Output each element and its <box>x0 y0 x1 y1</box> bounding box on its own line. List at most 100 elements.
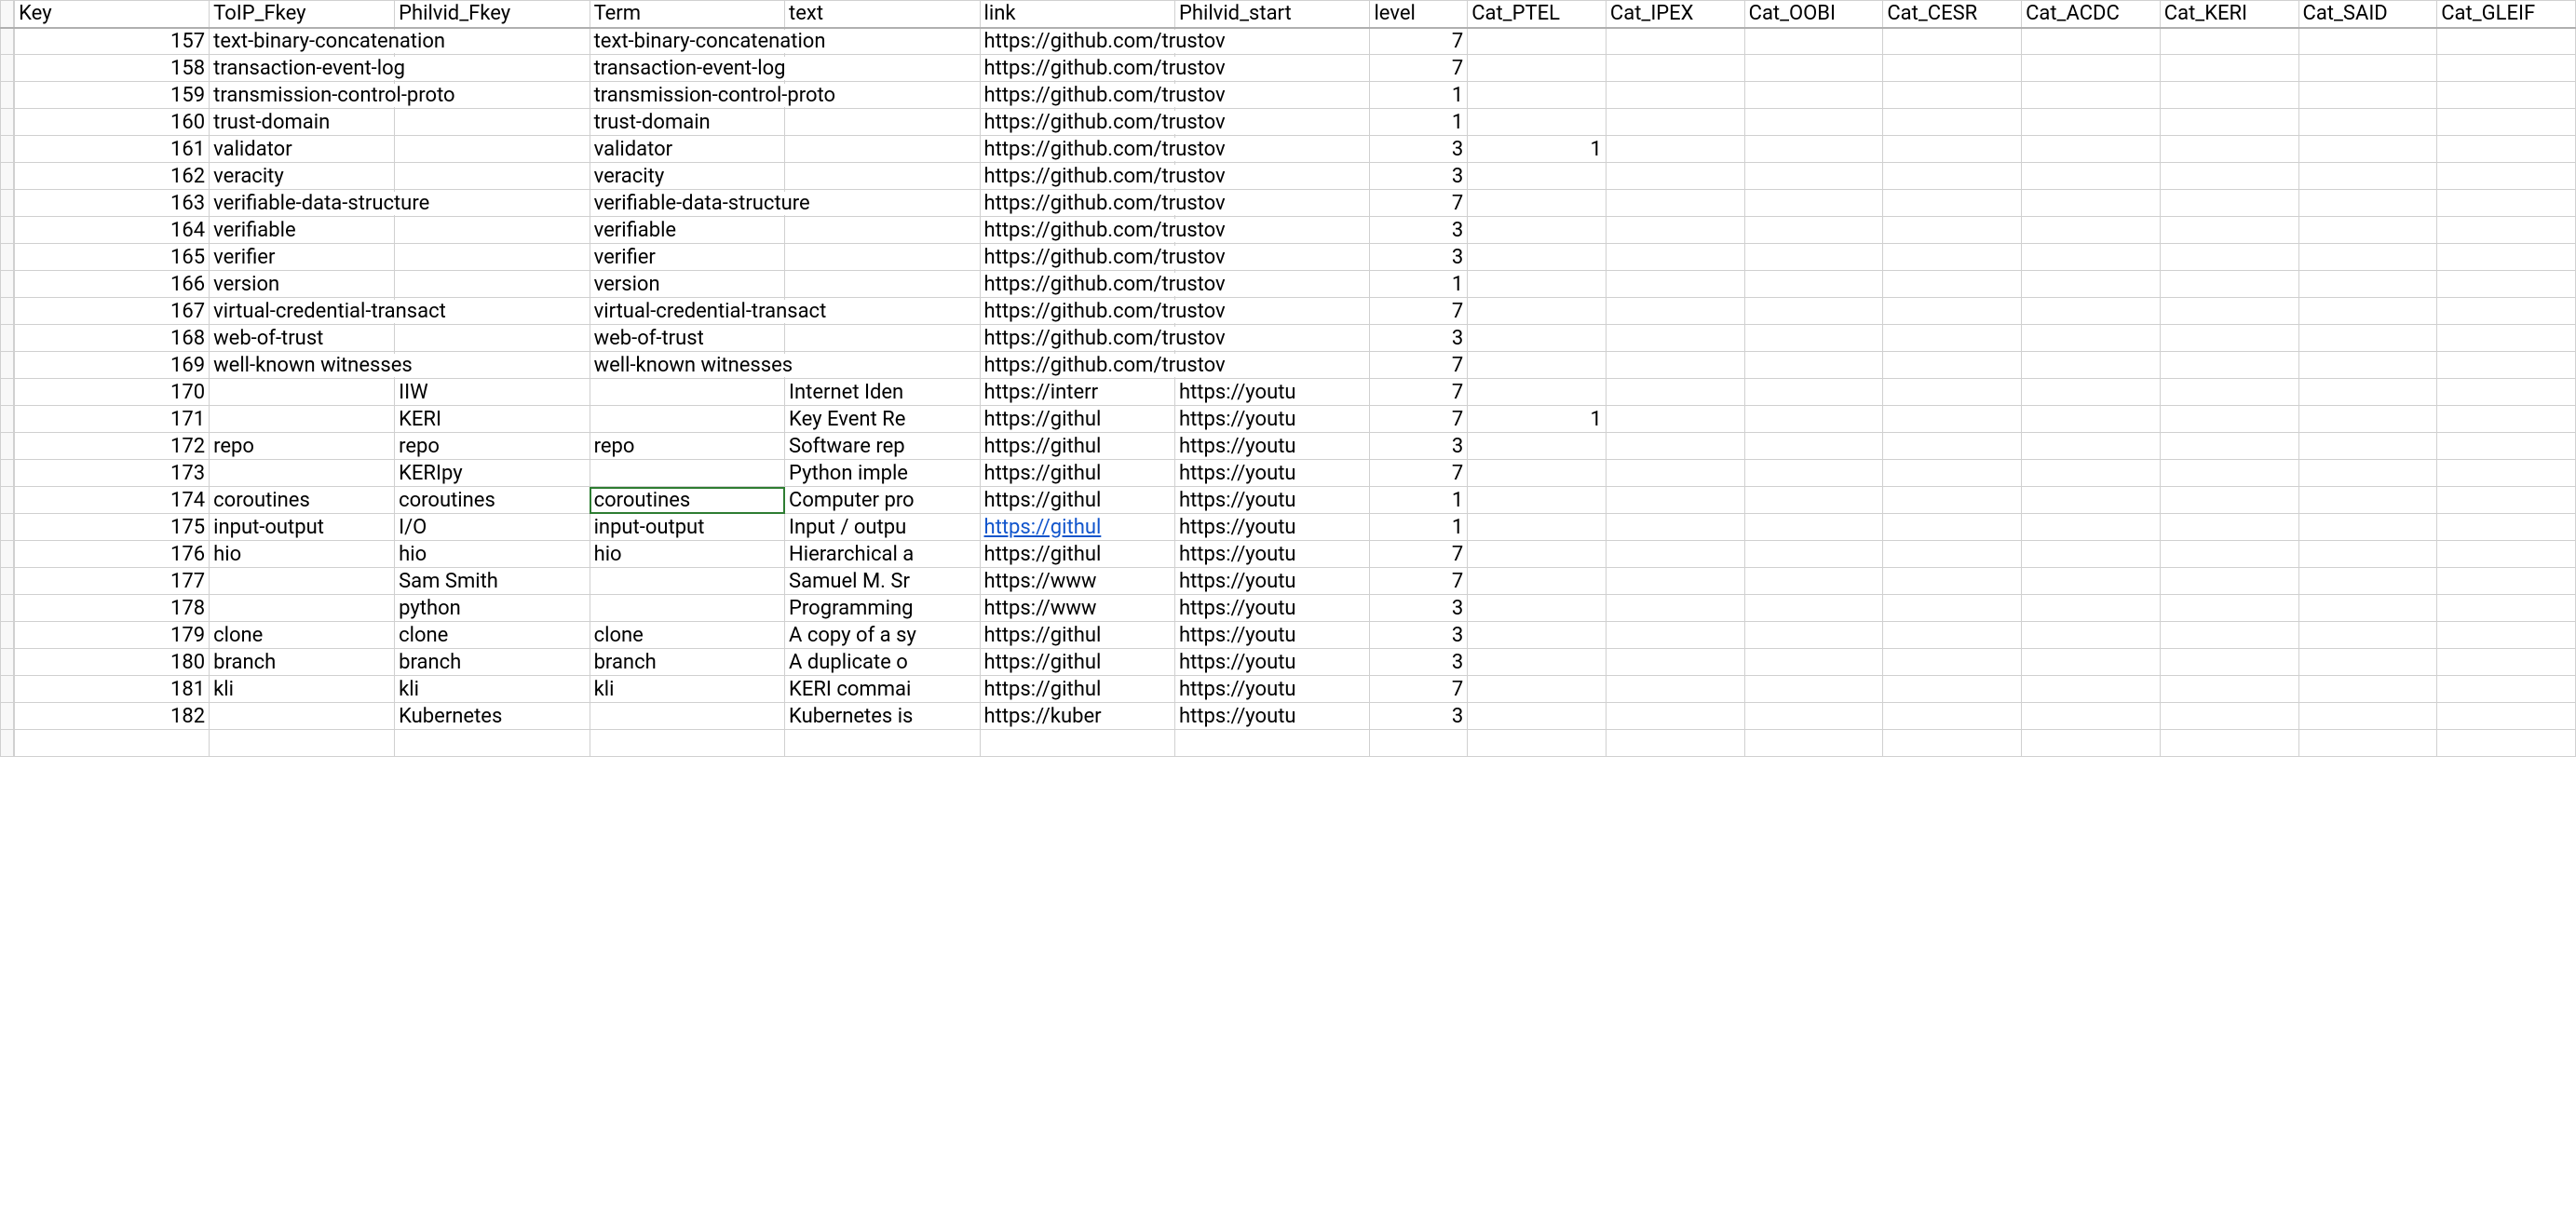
cell-Cat_KERI[interactable] <box>2160 244 2298 271</box>
cell-Term[interactable]: version <box>590 271 784 298</box>
cell-Cat_IPEX[interactable] <box>1606 433 1744 460</box>
cell-Philvid_start[interactable]: https://youtu <box>1174 379 1369 406</box>
cell-Philvid_start[interactable]: https://youtu <box>1174 622 1369 649</box>
empty-cell[interactable] <box>1606 730 1744 757</box>
cell-Key[interactable]: 180 <box>14 649 209 676</box>
empty-cell[interactable] <box>785 730 980 757</box>
cell-Cat_OOBI[interactable] <box>1744 514 1883 541</box>
cell-ToIP_Fkey[interactable]: verifiable <box>210 217 395 244</box>
empty-cell[interactable] <box>1883 730 2022 757</box>
cell-ToIP_Fkey[interactable]: well-known witnesses <box>210 352 395 379</box>
cell-Cat_SAID[interactable] <box>2298 271 2437 298</box>
cell-Cat_CESR[interactable] <box>1883 28 2022 55</box>
cell-Term[interactable]: verifier <box>590 244 784 271</box>
cell-ToIP_Fkey[interactable]: clone <box>210 622 395 649</box>
cell-Cat_CESR[interactable] <box>1883 109 2022 136</box>
cell-text[interactable]: Key Event Re <box>785 406 980 433</box>
row-number-gutter[interactable] <box>1 730 15 757</box>
table-row[interactable]: 179cloneclonecloneA copy of a syhttps://… <box>1 622 2576 649</box>
cell-link[interactable]: https://github.com/trustov <box>980 217 1174 244</box>
cell-level[interactable]: 1 <box>1370 487 1468 514</box>
cell-ToIP_Fkey[interactable]: branch <box>210 649 395 676</box>
cell-level[interactable]: 7 <box>1370 676 1468 703</box>
cell-level[interactable]: 7 <box>1370 406 1468 433</box>
col-header-cat-ptel[interactable]: Cat_PTEL <box>1468 1 1607 28</box>
empty-cell[interactable] <box>1174 730 1369 757</box>
table-row[interactable]: 166versionversionhttps://github.com/trus… <box>1 271 2576 298</box>
cell-level[interactable]: 3 <box>1370 244 1468 271</box>
cell-Cat_SAID[interactable] <box>2298 379 2437 406</box>
row-number-gutter[interactable] <box>1 568 15 595</box>
cell-Cat_PTEL[interactable] <box>1468 568 1607 595</box>
cell-Cat_SAID[interactable] <box>2298 109 2437 136</box>
cell-Cat_SAID[interactable] <box>2298 136 2437 163</box>
cell-text[interactable] <box>785 190 980 217</box>
cell-Cat_CESR[interactable] <box>1883 460 2022 487</box>
empty-cell[interactable] <box>980 730 1174 757</box>
cell-link[interactable]: https://github.com/trustov <box>980 163 1174 190</box>
cell-text[interactable]: Samuel M. Sr <box>785 568 980 595</box>
cell-ToIP_Fkey[interactable] <box>210 406 395 433</box>
cell-Cat_OOBI[interactable] <box>1744 325 1883 352</box>
cell-link[interactable]: https://github.com/trustov <box>980 136 1174 163</box>
cell-Cat_GLEIF[interactable] <box>2437 109 2576 136</box>
cell-Cat_GLEIF[interactable] <box>2437 676 2576 703</box>
cell-Cat_PTEL[interactable] <box>1468 352 1607 379</box>
table-row[interactable]: 164verifiableverifiablehttps://github.co… <box>1 217 2576 244</box>
table-row[interactable]: 178pythonProgramminghttps://wwwhttps://y… <box>1 595 2576 622</box>
cell-Cat_ACDC[interactable] <box>2022 325 2161 352</box>
cell-Cat_IPEX[interactable] <box>1606 325 1744 352</box>
cell-level[interactable]: 3 <box>1370 703 1468 730</box>
cell-Cat_PTEL[interactable]: 1 <box>1468 136 1607 163</box>
cell-Cat_GLEIF[interactable] <box>2437 244 2576 271</box>
cell-Cat_PTEL[interactable] <box>1468 163 1607 190</box>
cell-Cat_OOBI[interactable] <box>1744 55 1883 82</box>
col-header-cat-acdc[interactable]: Cat_ACDC <box>2022 1 2161 28</box>
cell-link[interactable]: https://github.com/trustov <box>980 28 1174 55</box>
table-row[interactable]: 168web-of-trustweb-of-trusthttps://githu… <box>1 325 2576 352</box>
cell-Cat_GLEIF[interactable] <box>2437 541 2576 568</box>
cell-Term[interactable]: well-known witnesses <box>590 352 784 379</box>
cell-Cat_CESR[interactable] <box>1883 136 2022 163</box>
cell-Philvid_Fkey[interactable]: hio <box>395 541 590 568</box>
cell-Cat_ACDC[interactable] <box>2022 190 2161 217</box>
table-row[interactable]: 167virtual-credential-transactvirtual-cr… <box>1 298 2576 325</box>
row-number-gutter[interactable] <box>1 190 15 217</box>
cell-Cat_SAID[interactable] <box>2298 622 2437 649</box>
cell-Cat_SAID[interactable] <box>2298 217 2437 244</box>
cell-level[interactable]: 3 <box>1370 595 1468 622</box>
cell-link[interactable]: https://interr <box>980 379 1174 406</box>
cell-Cat_SAID[interactable] <box>2298 487 2437 514</box>
cell-Cat_IPEX[interactable] <box>1606 163 1744 190</box>
cell-Cat_CESR[interactable] <box>1883 541 2022 568</box>
col-header-term[interactable]: Term <box>590 1 784 28</box>
cell-Cat_PTEL[interactable] <box>1468 55 1607 82</box>
cell-Cat_ACDC[interactable] <box>2022 379 2161 406</box>
cell-ToIP_Fkey[interactable]: validator <box>210 136 395 163</box>
cell-Cat_OOBI[interactable] <box>1744 703 1883 730</box>
table-row[interactable]: 161validatorvalidatorhttps://github.com/… <box>1 136 2576 163</box>
cell-link[interactable]: https://github.com/trustov <box>980 271 1174 298</box>
spreadsheet-grid[interactable]: Key ToIP_Fkey Philvid_Fkey Term text lin… <box>0 0 2576 1229</box>
cell-Cat_KERI[interactable] <box>2160 136 2298 163</box>
cell-Cat_GLEIF[interactable] <box>2437 406 2576 433</box>
cell-Key[interactable]: 174 <box>14 487 209 514</box>
table-row[interactable]: 162veracityveracityhttps://github.com/tr… <box>1 163 2576 190</box>
cell-Cat_CESR[interactable] <box>1883 568 2022 595</box>
cell-text[interactable]: Programming <box>785 595 980 622</box>
cell-Philvid_start[interactable]: https://youtu <box>1174 676 1369 703</box>
cell-Philvid_Fkey[interactable]: Sam Smith <box>395 568 590 595</box>
cell-Cat_IPEX[interactable] <box>1606 109 1744 136</box>
cell-Cat_CESR[interactable] <box>1883 271 2022 298</box>
cell-Cat_OOBI[interactable] <box>1744 622 1883 649</box>
col-header-cat-keri[interactable]: Cat_KERI <box>2160 1 2298 28</box>
row-number-gutter[interactable] <box>1 271 15 298</box>
cell-Term[interactable] <box>590 595 784 622</box>
cell-Key[interactable]: 181 <box>14 676 209 703</box>
cell-Philvid_Fkey[interactable]: python <box>395 595 590 622</box>
cell-Cat_GLEIF[interactable] <box>2437 703 2576 730</box>
cell-Cat_KERI[interactable] <box>2160 595 2298 622</box>
table-row[interactable]: 180branchbranchbranchA duplicate ohttps:… <box>1 649 2576 676</box>
cell-Philvid_start[interactable]: https://youtu <box>1174 541 1369 568</box>
cell-Cat_ACDC[interactable] <box>2022 703 2161 730</box>
